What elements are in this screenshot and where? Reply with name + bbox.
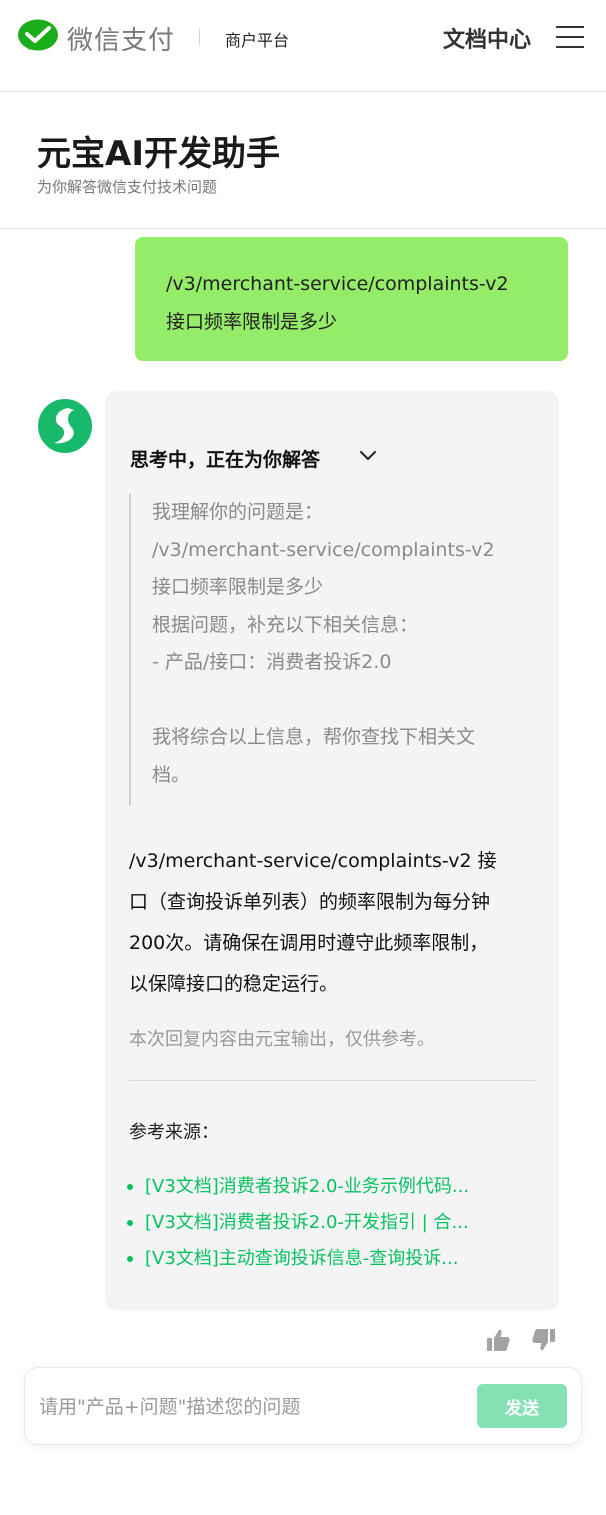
page-subtitle: 为你解答微信支付技术问题 — [37, 178, 218, 196]
user-message-line: 接口频率限制是多少 — [166, 311, 338, 333]
bullet-icon — [127, 1256, 133, 1262]
reference-item[interactable]: [V3文档]消费者投诉2.0-业务示例代码... — [127, 1169, 537, 1205]
thinking-line: 接口频率限制是多少 — [152, 576, 324, 598]
thinking-line: /v3/merchant-service/complaints-v2 — [152, 538, 495, 561]
page-title: 元宝AI开发助手 — [37, 134, 280, 174]
thinking-line: 档。 — [152, 763, 191, 786]
references-title: 参考来源： — [129, 1122, 219, 1143]
reference-link[interactable]: [V3文档]消费者投诉2.0-业务示例代码... — [145, 1176, 469, 1197]
assistant-response-card: 思考中，正在为你解答 我理解你的问题是： /v3/merchant-servic… — [106, 391, 558, 1309]
wechat-pay-logo-icon[interactable] — [18, 19, 58, 55]
answer-text: /v3/merchant-service/complaints-v2 接 口（查… — [129, 841, 539, 1005]
answer-line: /v3/merchant-service/complaints-v2 接 — [129, 850, 497, 872]
send-button[interactable]: 发送 — [477, 1384, 567, 1428]
thinking-toggle-label[interactable]: 思考中，正在为你解答 — [130, 445, 320, 472]
chat-input-bar: 发送 — [24, 1367, 582, 1445]
thumbs-down-icon[interactable] — [531, 1327, 557, 1353]
user-message-line: /v3/merchant-service/complaints-v2 — [166, 273, 509, 295]
thinking-line: 我将综合以上信息，帮你查找下相关文 — [152, 726, 476, 748]
brand-name[interactable]: 微信支付 — [67, 20, 175, 57]
thinking-line: 根据问题，补充以下相关信息： — [152, 613, 419, 636]
nav-divider — [199, 29, 200, 45]
section-divider — [129, 1080, 535, 1081]
user-message-bubble: /v3/merchant-service/complaints-v2 接口频率限… — [135, 237, 568, 361]
chevron-down-icon[interactable] — [358, 448, 378, 464]
merchant-platform-link[interactable]: 商户平台 — [225, 27, 289, 51]
thinking-line: 我理解你的问题是： — [152, 501, 324, 523]
disclaimer-text: 本次回复内容由元宝输出，仅供参考。 — [129, 1029, 435, 1050]
thinking-process-block: 我理解你的问题是： /v3/merchant-service/complaint… — [129, 494, 537, 806]
answer-line: 200次。请确保在调用时遵守此频率限制， — [129, 932, 489, 954]
reference-item[interactable]: [V3文档]主动查询投诉信息-查询投诉... — [127, 1241, 537, 1277]
doc-center-link[interactable]: 文档中心 — [443, 22, 531, 54]
thumbs-up-icon[interactable] — [485, 1327, 511, 1353]
answer-line: 以保障接口的稳定运行。 — [129, 973, 339, 995]
thinking-line — [152, 682, 537, 720]
reference-item[interactable]: [V3文档]消费者投诉2.0-开发指引 | 合... — [127, 1205, 537, 1241]
thinking-line: - 产品/接口：消费者投诉2.0 — [152, 651, 392, 673]
reference-link[interactable]: [V3文档]消费者投诉2.0-开发指引 | 合... — [145, 1212, 469, 1233]
question-input[interactable] — [39, 1390, 469, 1424]
bullet-icon — [127, 1220, 133, 1226]
bullet-icon — [127, 1184, 133, 1190]
hamburger-menu-icon[interactable] — [556, 24, 584, 50]
references-list: [V3文档]消费者投诉2.0-业务示例代码... [V3文档]消费者投诉2.0-… — [127, 1169, 537, 1277]
answer-line: 口（查询投诉单列表）的频率限制为每分钟 — [129, 891, 491, 913]
top-nav-bar: 微信支付 商户平台 文档中心 — [0, 0, 606, 92]
page-header: 元宝AI开发助手 为你解答微信支付技术问题 — [0, 92, 606, 229]
yuanbao-avatar-icon — [38, 399, 92, 453]
reference-link[interactable]: [V3文档]主动查询投诉信息-查询投诉... — [145, 1248, 458, 1269]
